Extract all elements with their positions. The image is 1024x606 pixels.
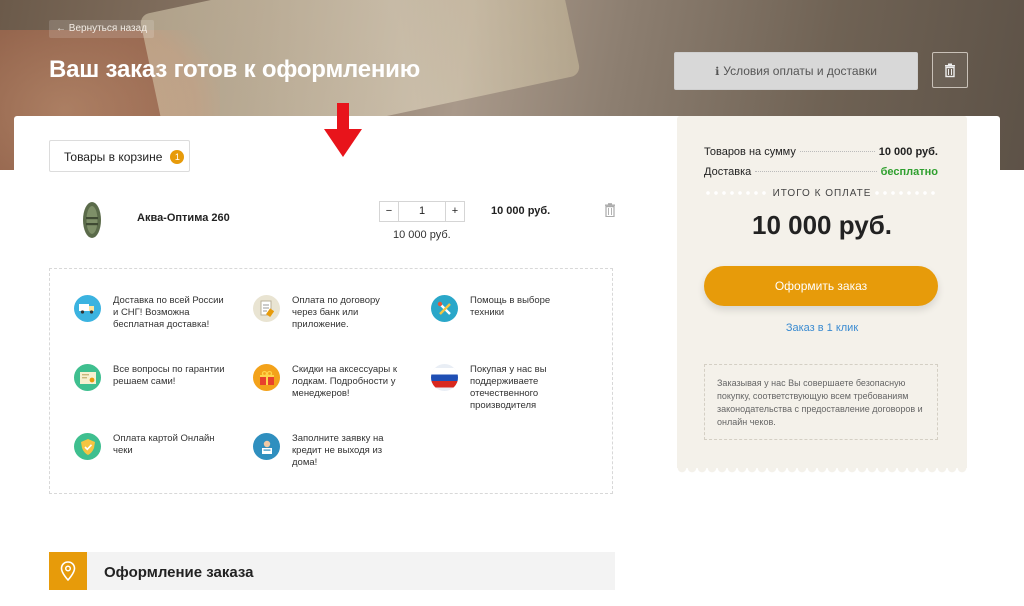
benefit-text: Скидки на аксессуары к лодкам. Подробнос… [292,364,398,399]
one-click-order-link[interactable]: Заказ в 1 клик [677,322,967,334]
benefit-item: Доставка по всей России и СНГ! Возможна … [74,295,228,331]
benefit-item: Все вопросы по гарантии решаем сами! [74,364,228,391]
quantity-input[interactable]: 1 [398,202,446,221]
terms-button-label: Условия оплаты и доставки [723,64,877,78]
contract-icon [253,295,280,322]
total-label: ИТОГО К ОПЛАТЕ [772,188,872,199]
quantity-increase-button[interactable]: + [446,202,464,221]
benefit-text: Все вопросы по гарантии решаем сами! [113,364,225,387]
benefit-item: Оплата по договору через банк или прилож… [253,295,407,331]
clear-cart-button[interactable] [932,52,968,88]
dots-divider [799,151,875,152]
benefit-text: Помощь в выборе техники [470,295,551,318]
line-total: 10 000 руб. [491,205,551,217]
location-pin-icon [49,552,87,590]
shield-icon [74,433,101,460]
goods-label: Товаров на сумму [704,146,796,158]
goods-value: 10 000 руб. [878,146,938,158]
trash-icon [945,63,955,78]
benefit-item: Покупая у нас вы поддерживаете отечестве… [431,364,585,412]
cart-count-badge: 1 [170,150,185,164]
benefit-text: Заполните заявку на кредит не выходя из … [292,433,384,468]
safe-purchase-note: Заказывая у нас Вы совершаете безопасную… [704,364,938,440]
summary-goods-row: Товаров на сумму 10 000 руб. [704,146,938,158]
cart-tab-label: Товары в корзине [64,150,163,164]
remove-item-trash-icon[interactable] [604,203,616,217]
unit-price: 10 000 руб. [393,229,451,241]
summary-delivery-row: Доставка бесплатно [704,166,938,178]
benefit-text: Оплата по договору через банк или прилож… [292,295,380,330]
info-icon: ℹ [715,66,720,78]
benefits-box: Доставка по всей России и СНГ! Возможна … [49,268,613,494]
gift-icon [253,364,280,391]
tools-icon [431,295,458,322]
benefit-item: Оплата картой Онлайн чеки [74,433,228,460]
page-title: Ваш заказ готов к оформлению [49,56,421,83]
benefit-item: Заполните заявку на кредит не выходя из … [253,433,407,469]
order-summary-panel: Товаров на сумму 10 000 руб. Доставка бе… [677,116,967,474]
payment-delivery-terms-button[interactable]: ℹ Условия оплаты и доставки [674,52,918,90]
warranty-icon [74,364,101,391]
product-image-boat[interactable] [78,200,106,240]
benefit-item: Помощь в выборе техники [431,295,585,322]
delivery-icon [74,295,101,322]
place-order-button[interactable]: Оформить заказ [704,266,938,306]
quantity-stepper: − 1 + [379,201,465,222]
credit-icon [253,433,280,460]
checkout-section-header: Оформление заказа [49,552,615,590]
checkout-title: Оформление заказа [104,564,254,581]
benefit-text: Доставка по всей России и СНГ! Возможна … [113,295,224,330]
tab-cart-items[interactable]: Товары в корзине 1 [49,140,190,172]
russia-flag-icon [431,364,458,391]
total-value: 10 000 руб. [751,210,893,240]
delivery-label: Доставка [704,166,752,178]
back-link[interactable]: ← Вернуться назад [49,20,155,38]
benefit-text: Покупая у нас вы поддерживаете отечестве… [470,364,547,411]
quantity-decrease-button[interactable]: − [380,202,398,221]
delivery-value: бесплатно [880,166,938,178]
dots-divider [755,171,877,172]
benefit-item: Скидки на аксессуары к лодкам. Подробнос… [253,364,407,400]
down-arrow-icon [324,103,362,157]
product-name[interactable]: Аква-Оптима 260 [137,212,230,224]
benefit-text: Оплата картой Онлайн чеки [113,433,215,456]
